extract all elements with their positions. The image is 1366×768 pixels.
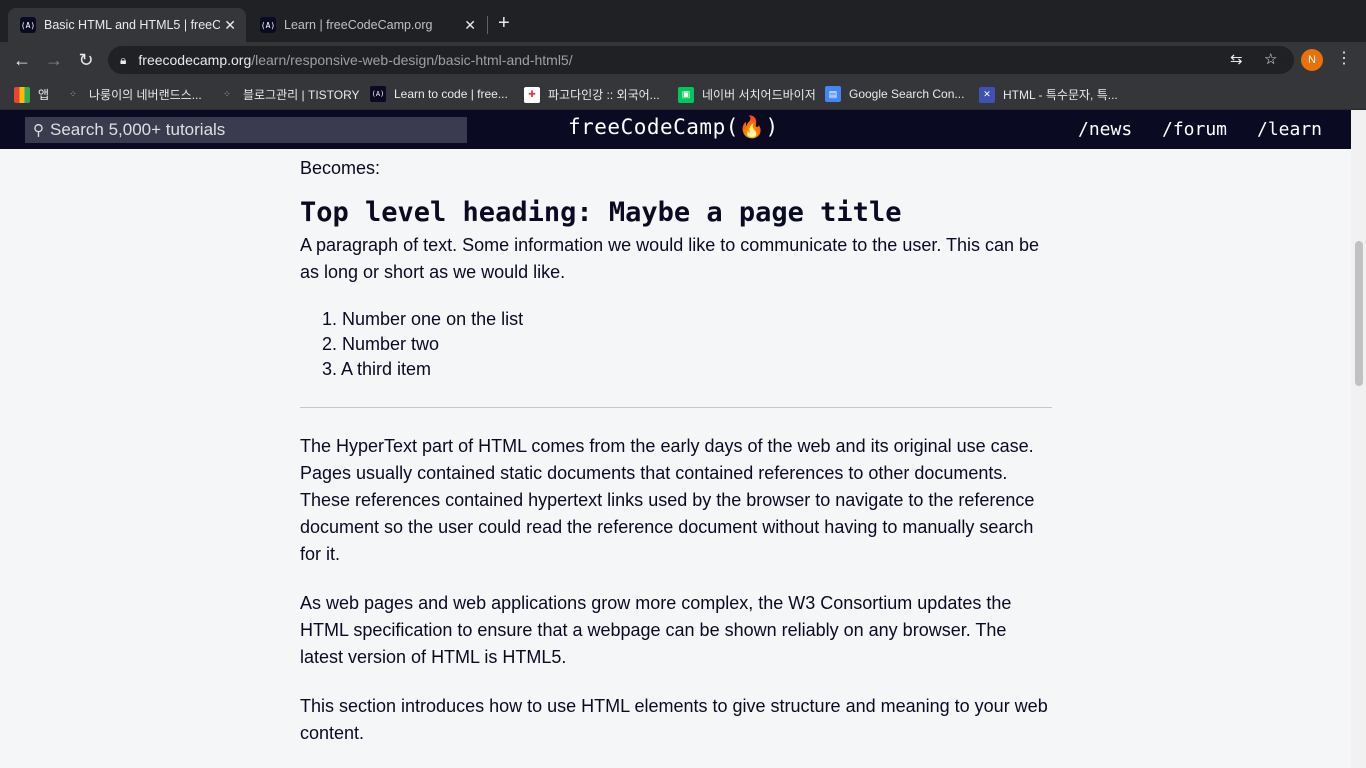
nav-link-news[interactable]: /news (1078, 119, 1132, 140)
more-menu-icon[interactable]: ⋮ (1336, 48, 1352, 68)
bookmark-label: Learn to code | free... (394, 87, 508, 101)
tab-title: Learn | freeCodeCamp.org (284, 18, 433, 32)
article-content: Becomes: Top level heading: Maybe a page… (300, 149, 1052, 747)
bookmark-apps[interactable]: 앱 (14, 86, 49, 103)
bookmark-label: Google Search Con... (849, 87, 965, 101)
naver-icon: ▣ (678, 86, 694, 103)
scrollbar-thumb[interactable] (1355, 241, 1363, 386)
web-page: ⚲ Search 5,000+ tutorials freeCodeCamp(🔥… (0, 110, 1351, 768)
bookmark-item[interactable]: ⁘ 블로그관리 | TISTORY (219, 86, 360, 103)
hypertext-paragraph: The HyperText part of HTML comes from th… (300, 436, 1035, 564)
section-intro-paragraph: This section introduces how to use HTML … (300, 696, 1048, 743)
bookmark-item[interactable]: ✕ HTML - 특수문자, 특... (979, 86, 1118, 103)
tab-title: Basic HTML and HTML5 | freeCo (44, 18, 220, 32)
page-scrollbar[interactable] (1351, 110, 1366, 768)
close-tab-icon[interactable]: ✕ (224, 17, 236, 34)
browser-toolbar: ← → ↻ 🔒︎ freecodecamp.org/learn/responsi… (0, 42, 1366, 78)
list-item: 1. Number one on the list (322, 309, 524, 329)
bookmarks-bar: 앱 ⁘ 나룽이의 네버랜드스... ⁘ 블로그관리 | TISTORY (A) … (0, 78, 1366, 110)
becomes-text: Becomes: (300, 158, 381, 178)
apps-grid-icon (14, 86, 30, 103)
example-heading: Top level heading: Maybe a page title (300, 197, 902, 228)
forward-arrow-icon[interactable]: → (42, 48, 66, 72)
fcc-navbar: ⚲ Search 5,000+ tutorials freeCodeCamp(🔥… (0, 110, 1351, 149)
nav-link-learn[interactable]: /learn (1257, 119, 1322, 140)
list-item: 3. A third item (322, 359, 432, 379)
bookmark-star-icon[interactable]: ☆ (1264, 50, 1277, 68)
w3c-paragraph: As web pages and web applications grow m… (300, 593, 1012, 667)
freecodecamp-favicon-icon: (A) (20, 17, 36, 33)
translate-icon[interactable]: ⇆ (1230, 50, 1243, 68)
search-placeholder: Search 5,000+ tutorials (50, 120, 226, 139)
bookmark-label: 네이버 서치어드바이저 (702, 88, 816, 102)
search-console-icon: ▤ (825, 86, 841, 102)
bookmark-label: 파고다인강 :: 외국어... (548, 88, 660, 102)
tab-separator (487, 16, 488, 34)
profile-avatar[interactable]: N (1301, 49, 1323, 71)
bookmark-label: 나룽이의 네버랜드스... (89, 88, 202, 102)
pagoda-icon: ✚ (524, 86, 540, 103)
bookmark-item[interactable]: ▣ 네이버 서치어드바이저 (678, 86, 816, 103)
bookmark-item[interactable]: ⁘ 나룽이의 네버랜드스... (65, 86, 202, 103)
close-tab-icon[interactable]: ✕ (464, 17, 476, 34)
list-item: 2. Number two (322, 334, 440, 354)
example-paragraph: A paragraph of text. Some information we… (300, 235, 1040, 282)
bookmark-item[interactable]: ▤ Google Search Con... (825, 86, 964, 102)
html-icon: ✕ (979, 86, 995, 103)
reload-icon[interactable]: ↻ (74, 48, 98, 72)
search-input[interactable]: ⚲ Search 5,000+ tutorials (25, 117, 467, 143)
example-list: 1. Number one on the list 2. Number two … (300, 307, 1052, 382)
search-icon: ⚲ (33, 122, 44, 139)
lock-icon: 🔒︎ (120, 52, 127, 67)
nav-link-forum[interactable]: /forum (1162, 119, 1227, 140)
bookmark-item[interactable]: ✚ 파고다인강 :: 외국어... (524, 86, 660, 103)
divider (300, 407, 1052, 408)
bookmark-label: HTML - 특수문자, 특... (1003, 88, 1118, 102)
url-path: /learn/responsive-web-design/basic-html-… (251, 52, 573, 68)
tistory-icon: ⁘ (69, 89, 77, 99)
bookmark-label: 블로그관리 | TISTORY (243, 88, 360, 102)
url-domain: freecodecamp.org (138, 52, 252, 68)
bookmark-label: 앱 (38, 88, 50, 102)
freecodecamp-favicon-icon: (A) (260, 17, 276, 33)
address-bar[interactable]: 🔒︎ freecodecamp.org/learn/responsive-web… (108, 46, 1294, 74)
back-arrow-icon[interactable]: ← (10, 48, 34, 72)
tab-strip: (A) Basic HTML and HTML5 | freeCo ✕ (A) … (0, 0, 1366, 42)
tistory-icon: ⁘ (223, 89, 231, 99)
freecodecamp-logo[interactable]: freeCodeCamp(🔥) (568, 115, 779, 140)
new-tab-button[interactable]: + (498, 12, 510, 34)
freecodecamp-icon: (A) (370, 86, 386, 102)
tab-basic-html[interactable]: (A) Basic HTML and HTML5 | freeCo ✕ (8, 8, 246, 42)
bookmark-item[interactable]: (A) Learn to code | free... (370, 86, 508, 102)
tab-learn[interactable]: (A) Learn | freeCodeCamp.org ✕ (248, 8, 486, 42)
